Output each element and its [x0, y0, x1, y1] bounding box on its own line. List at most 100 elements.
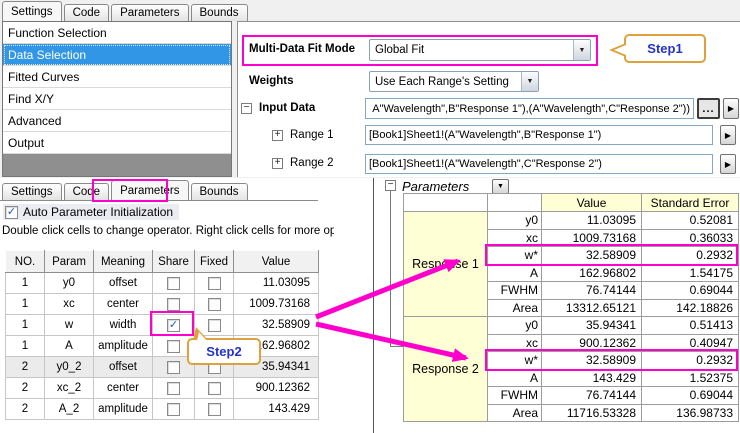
share-checkbox-w[interactable]: ✓ — [167, 319, 180, 332]
weights-label: Weights — [249, 75, 294, 87]
parameters-tabbar: Settings Code Parameters Bounds — [2, 180, 250, 200]
value-cell[interactable]: 11.03095 — [234, 273, 319, 294]
share-checkbox[interactable] — [167, 340, 180, 353]
weights-value: Use Each Range's Setting — [375, 76, 509, 88]
col-header-share: Share — [153, 251, 195, 273]
table-row-w: 1 w width ✓ 32.58909 — [6, 315, 319, 336]
share-checkbox[interactable] — [167, 298, 180, 311]
range1-value: [Book1]Sheet1!(A"Wavelength",B"Response … — [369, 129, 601, 141]
share-checkbox[interactable] — [167, 403, 180, 416]
table-header-row: NO. Param Meaning Share Fixed Value — [6, 251, 319, 273]
range2-value: [Book1]Sheet1!(A"Wavelength",C"Response … — [369, 158, 602, 170]
share-checkbox[interactable] — [167, 361, 180, 374]
tab-code[interactable]: Code — [64, 4, 110, 21]
value-cell[interactable]: 900.12362 — [234, 378, 319, 399]
auto-init-checkbox[interactable]: ✓ — [5, 206, 18, 219]
col-header-fixed: Fixed — [195, 251, 234, 273]
response2-group-cell: Response 2 — [404, 317, 488, 422]
table-row: 2 y0_2 offset 35.94341 — [6, 357, 319, 378]
tab-parameters[interactable]: Parameters — [111, 4, 188, 21]
value-cell[interactable]: 32.58909 — [234, 315, 319, 336]
fixed-checkbox[interactable] — [208, 403, 221, 416]
col-header-value: Value — [234, 251, 319, 273]
expand-toggle-range2[interactable]: + — [272, 158, 283, 169]
col-header-param: Param — [45, 251, 94, 273]
auto-parameter-initialization-row: ✓ Auto Parameter Initialization — [3, 204, 179, 220]
range1-label: Range 1 — [290, 129, 333, 141]
fixed-checkbox[interactable] — [208, 298, 221, 311]
multi-data-fit-mode-dropdown[interactable]: Global Fit ▼ — [369, 39, 591, 61]
tab-settings[interactable]: Settings — [2, 1, 62, 21]
parameter-table-hint: Double click cells to change operator. R… — [2, 225, 334, 237]
input-data-value: A"Wavelength",B"Response 1"),(A"Waveleng… — [372, 103, 690, 115]
list-item-output[interactable]: Output — [3, 132, 231, 154]
share-checkbox[interactable] — [167, 382, 180, 395]
range1-field[interactable]: [Book1]Sheet1!(A"Wavelength",B"Response … — [365, 125, 713, 145]
fixed-checkbox[interactable] — [208, 277, 221, 290]
list-item-advanced[interactable]: Advanced — [3, 110, 231, 132]
report-header-stderr: Standard Error — [642, 194, 739, 212]
report-row: Response 1 y0 11.03095 0.52081 — [404, 212, 739, 230]
chevron-down-icon: ▼ — [521, 72, 538, 91]
col-header-no: NO. — [6, 251, 45, 273]
report-parameters-table: Value Standard Error Response 1 y0 11.03… — [403, 193, 739, 422]
report-row: Response 2 y0 35.94341 0.51413 — [404, 317, 739, 335]
tab-bounds[interactable]: Bounds — [191, 4, 248, 21]
expand-toggle-range1[interactable]: + — [272, 130, 283, 141]
report-header-row: Value Standard Error — [404, 194, 739, 212]
chevron-down-icon: ▼ — [573, 40, 590, 60]
share-checkbox[interactable] — [167, 277, 180, 290]
tab-settings-2[interactable]: Settings — [2, 183, 62, 200]
report-header-empty — [404, 194, 488, 212]
multi-data-fit-mode-label: Multi-Data Fit Mode — [249, 43, 355, 55]
range2-flyout-button[interactable]: ▶ — [720, 154, 736, 174]
list-item-function-selection[interactable]: Function Selection — [3, 22, 231, 44]
settings-tabbar: Settings Code Parameters Bounds — [2, 1, 250, 21]
range2-label: Range 2 — [290, 157, 333, 169]
list-item-find-xy[interactable]: Find X/Y — [3, 88, 231, 110]
report-header-value: Value — [542, 194, 642, 212]
table-row: 2 xc_2 center 900.12362 — [6, 378, 319, 399]
multi-data-fit-mode-value: Global Fit — [375, 44, 424, 56]
fixed-checkbox[interactable] — [208, 319, 221, 332]
input-data-flyout-button[interactable]: ▶ — [723, 98, 739, 119]
input-data-field[interactable]: A"Wavelength",B"Response 1"),(A"Waveleng… — [365, 98, 694, 119]
input-data-label: Input Data — [259, 102, 315, 114]
tree-branch-line — [390, 191, 391, 347]
tab-bounds-2[interactable]: Bounds — [191, 183, 248, 200]
list-item-fitted-curves[interactable]: Fitted Curves — [3, 66, 231, 88]
step2-callout: Step2 — [187, 338, 261, 365]
step2-label: Step2 — [206, 344, 241, 359]
range2-field[interactable]: [Book1]Sheet1!(A"Wavelength",C"Response … — [365, 154, 713, 174]
callout-tail-inner — [197, 332, 207, 341]
report-panel-border — [373, 178, 374, 433]
value-cell[interactable]: 1009.73168 — [234, 294, 319, 315]
table-row: 1 A amplitude 162.96802 — [6, 336, 319, 357]
parameter-init-table: NO. Param Meaning Share Fixed Value 1 y0… — [5, 250, 319, 420]
report-collapse-toggle[interactable]: − — [385, 180, 396, 191]
response1-group-cell: Response 1 — [404, 212, 488, 317]
report-section-title: Parameters — [402, 179, 469, 194]
col-header-meaning: Meaning — [94, 251, 153, 273]
fitting-dialog: Settings Code Parameters Bounds Function… — [0, 0, 740, 433]
tabbar-underline — [0, 200, 318, 201]
tree-branch-line — [390, 346, 403, 347]
table-row: 1 y0 offset 11.03095 — [6, 273, 319, 294]
list-item-data-selection[interactable]: Data Selection — [3, 44, 231, 66]
data-selection-panel: Multi-Data Fit Mode Global Fit ▼ Step1 W… — [237, 21, 740, 177]
range1-flyout-button[interactable]: ▶ — [720, 125, 736, 145]
table-row: 1 xc center 1009.73168 — [6, 294, 319, 315]
auto-init-label: Auto Parameter Initialization — [23, 205, 173, 219]
report-title-dropdown-button[interactable]: ▼ — [492, 179, 509, 194]
browse-button[interactable]: ... — [697, 98, 720, 119]
step1-label: Step1 — [647, 41, 682, 56]
weights-dropdown[interactable]: Use Each Range's Setting ▼ — [369, 71, 539, 92]
value-cell[interactable]: 143.429 — [234, 399, 319, 420]
tab-parameters-2[interactable]: Parameters — [111, 180, 188, 200]
collapse-toggle-input-data[interactable]: − — [241, 103, 252, 114]
tab-code-2[interactable]: Code — [64, 183, 110, 200]
fixed-checkbox[interactable] — [208, 382, 221, 395]
step1-callout: Step1 — [624, 34, 706, 63]
table-row: 2 A_2 amplitude 143.429 — [6, 399, 319, 420]
callout-tail-inner — [614, 45, 626, 55]
